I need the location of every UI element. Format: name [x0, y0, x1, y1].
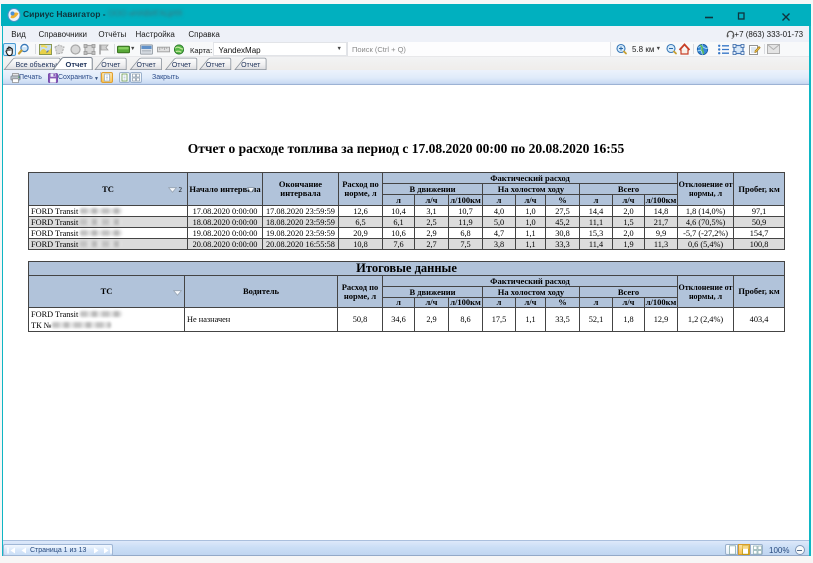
svg-text:Отчет: Отчет — [137, 62, 157, 69]
svg-text:Отчет: Отчет — [65, 60, 87, 69]
svg-text:Все объекты: Все объекты — [16, 61, 57, 69]
svg-text:Отчет: Отчет — [241, 62, 261, 69]
svg-text:Отчет: Отчет — [101, 62, 121, 69]
svg-text:Отчет: Отчет — [206, 62, 226, 69]
svg-text:Отчет: Отчет — [172, 62, 192, 69]
